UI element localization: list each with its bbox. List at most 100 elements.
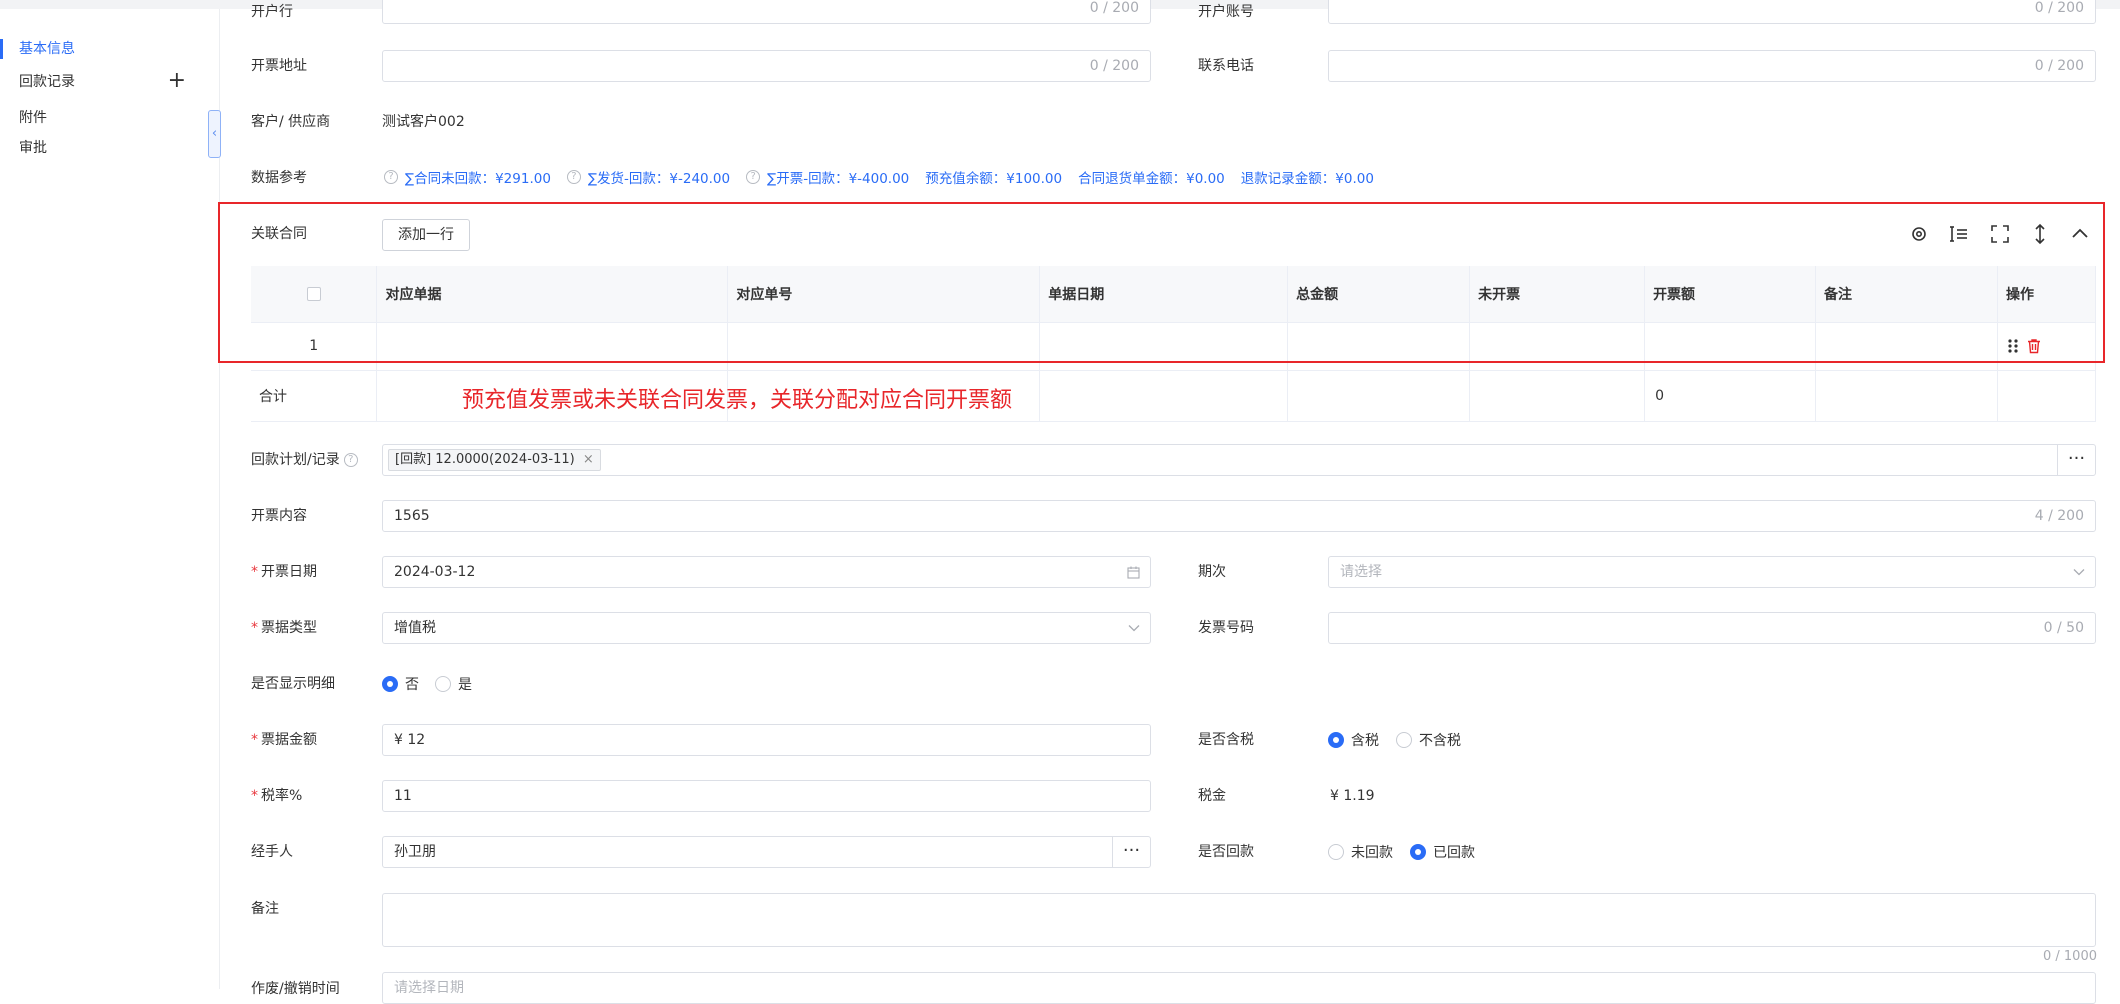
sidebar-item-label: 附件 (19, 110, 47, 126)
table-cell[interactable] (727, 322, 1041, 371)
bill-amount-label: 票据金额 (251, 730, 317, 750)
sidebar-item-attachments[interactable]: 附件 (0, 104, 220, 132)
invoice-address-label: 开票地址 (251, 58, 307, 74)
repay-plan-select[interactable]: ··· (382, 444, 2096, 476)
ref-refund-amount[interactable]: 退款记录金额：¥0.00 (1241, 167, 1374, 187)
bank-account-input[interactable]: 0 / 200 (1328, 0, 2096, 24)
invoice-content-counter: 4 / 200 (2034, 508, 2084, 524)
row-index: 1 (251, 322, 378, 371)
invoice-date-value: 2024-03-12 (394, 564, 476, 580)
table-cell[interactable] (376, 322, 729, 371)
table-cell[interactable] (1287, 322, 1471, 371)
chevron-up-icon[interactable] (2068, 222, 2092, 246)
tax-included-yes-radio[interactable]: 含税 (1328, 730, 1379, 750)
row-density-icon[interactable] (1947, 222, 1971, 246)
invoice-no-input[interactable]: 0 / 50 (1328, 612, 2096, 644)
more-button[interactable]: ··· (1112, 837, 1150, 867)
ref-contract-return-amount[interactable]: 合同退货单金额：¥0.00 (1078, 167, 1225, 187)
show-detail-no-radio[interactable]: 否 (382, 674, 419, 694)
radio-dot (1396, 732, 1412, 748)
void-time-placeholder: 请选择日期 (394, 980, 464, 996)
tax-rate-label: 税率% (251, 786, 302, 806)
plus-icon[interactable]: + (168, 68, 186, 94)
column-header[interactable]: 未开票 (1469, 266, 1646, 323)
bank-input[interactable]: 0 / 200 (382, 0, 1151, 24)
sidebar-item-label: 基本信息 (19, 41, 75, 57)
radio-label: 已回款 (1433, 845, 1475, 861)
customer-label: 客户/ 供应商 (251, 114, 331, 130)
ref-ship-minus-repay[interactable]: ∑发货-回款：¥-240.00 (588, 167, 730, 187)
table-cell[interactable] (1469, 322, 1646, 371)
tax-included-no-radio[interactable]: 不含税 (1396, 730, 1461, 750)
radio-dot (1410, 844, 1426, 860)
bank-counter: 0 / 200 (1089, 0, 1139, 16)
invoice-address-input[interactable]: 0 / 200 (382, 50, 1151, 82)
column-header[interactable]: 备注 (1815, 266, 1998, 323)
bill-amount-value: ¥ 12 (394, 732, 426, 748)
period-select[interactable]: 请选择 (1328, 556, 2096, 588)
remark-textarea[interactable] (382, 893, 2096, 947)
repay-plan-tag: [回款] 12.0000(2024-03-11) × (388, 449, 601, 471)
delete-icon[interactable] (2027, 338, 2041, 354)
sidebar-item-label: 回款记录 (19, 74, 75, 90)
sidebar-item-basic-info[interactable]: 基本信息 (0, 35, 220, 63)
help-icon[interactable]: ? (384, 170, 398, 184)
column-header[interactable]: 单据日期 (1039, 266, 1289, 323)
bank-account-label: 开户账号 (1198, 4, 1254, 20)
handler-select[interactable]: 孙卫朋 ··· (382, 836, 1151, 868)
sidebar-item-repayment-records[interactable]: 回款记录 + (0, 68, 220, 96)
settings-icon[interactable] (1907, 222, 1931, 246)
column-header[interactable]: 总金额 (1287, 266, 1471, 323)
help-icon[interactable]: ? (746, 170, 761, 184)
column-header[interactable]: 对应单号 (727, 266, 1041, 323)
ref-contract-unpaid[interactable]: ∑合同未回款：¥291.00 (405, 167, 551, 187)
table-cell[interactable] (1815, 322, 1998, 371)
fullscreen-icon[interactable] (1988, 222, 2012, 246)
void-time-label: 作废/撤销时间 (251, 981, 340, 997)
more-button[interactable]: ··· (2057, 445, 2095, 475)
add-row-button[interactable]: 添加一行 (382, 219, 470, 251)
calendar-icon (1127, 566, 1140, 579)
total-invoice-amount: 0 (1644, 370, 1817, 422)
column-header: 操作 (1997, 266, 2097, 323)
bank-label: 开户行 (251, 4, 293, 20)
help-icon[interactable]: ? (566, 170, 581, 184)
bill-type-select[interactable]: 增值税 (382, 612, 1151, 644)
table-cell (1997, 370, 2097, 422)
show-detail-yes-radio[interactable]: 是 (435, 674, 472, 694)
column-header[interactable]: 对应单据 (376, 266, 729, 323)
select-all-checkbox[interactable] (306, 286, 321, 301)
bill-type-value: 增值税 (394, 620, 436, 636)
expand-vertical-icon[interactable] (2028, 222, 2052, 246)
data-ref-list: ? ∑合同未回款：¥291.00 ? ∑发货-回款：¥-240.00 ? ∑开票… (384, 167, 1390, 187)
radio-dot (1328, 732, 1344, 748)
invoice-content-input[interactable]: 1565 4 / 200 (382, 500, 2096, 532)
ref-invoice-minus-repay[interactable]: ∑开票-回款：¥-400.00 (767, 167, 909, 187)
sidebar-collapse-handle[interactable]: ‹ (208, 110, 221, 158)
tax-rate-input[interactable]: 11 (382, 780, 1151, 812)
contact-phone-counter: 0 / 200 (2034, 58, 2084, 74)
show-detail-label: 是否显示明细 (251, 676, 335, 692)
repay-plan-label-text: 回款计划/记录 (251, 452, 340, 468)
row-actions-cell (1997, 322, 2097, 371)
invoice-date-picker[interactable]: 2024-03-12 (382, 556, 1151, 588)
radio-dot (1328, 844, 1344, 860)
sidebar-item-approval[interactable]: 审批 (0, 134, 220, 162)
contact-phone-input[interactable]: 0 / 200 (1328, 50, 2096, 82)
invoice-content-value: 1565 (394, 508, 430, 524)
void-time-picker[interactable]: 请选择日期 (382, 972, 2096, 1004)
help-icon[interactable]: ? (343, 453, 358, 467)
table-cell[interactable] (1039, 322, 1289, 371)
tax-label: 税金 (1198, 788, 1226, 804)
ref-prepaid-balance[interactable]: 预充值余额：¥100.00 (925, 167, 1062, 187)
drag-handle-icon[interactable] (2006, 338, 2020, 354)
close-icon[interactable]: × (583, 452, 594, 467)
tax-included-label: 是否含税 (1198, 732, 1254, 748)
repaid-yes-radio[interactable]: 已回款 (1410, 842, 1475, 862)
column-header[interactable]: 开票额 (1644, 266, 1817, 323)
table-cell[interactable] (1644, 322, 1817, 371)
repaid-no-radio[interactable]: 未回款 (1328, 842, 1393, 862)
sidebar-item-label: 审批 (19, 140, 47, 156)
sidebar: 基本信息 回款记录 + 附件 审批 (0, 9, 220, 989)
bill-amount-input[interactable]: ¥ 12 (382, 724, 1151, 756)
